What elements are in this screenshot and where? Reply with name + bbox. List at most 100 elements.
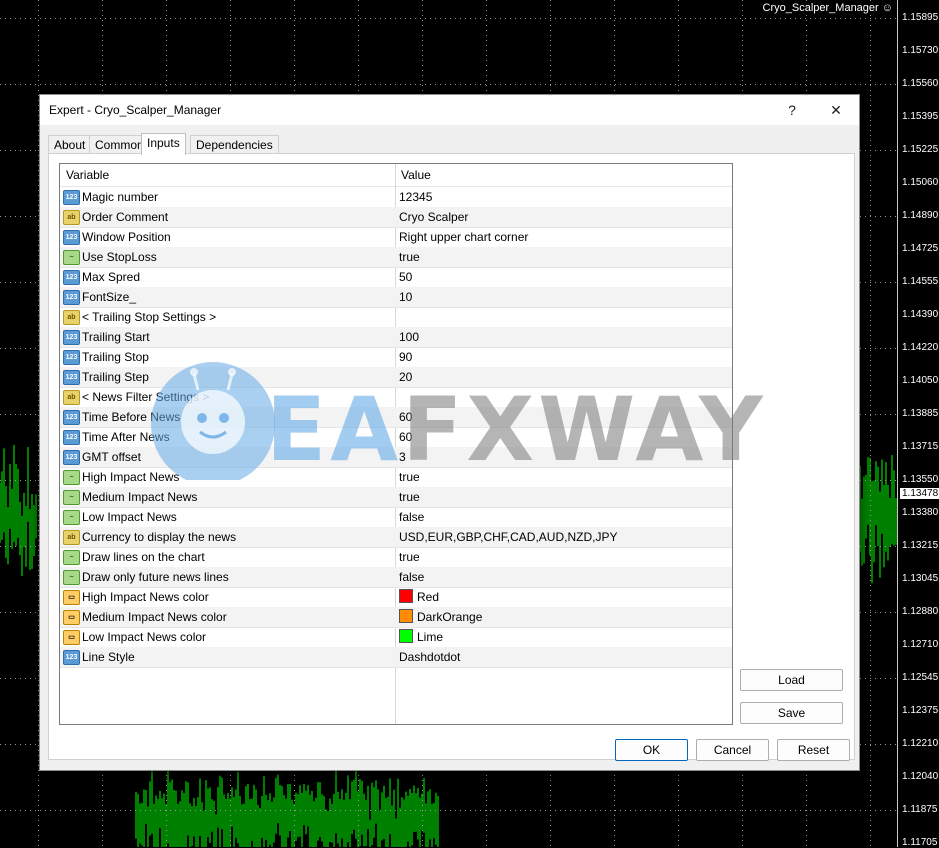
expert-dialog: Expert - Cryo_Scalper_Manager ? ✕ About … <box>39 94 860 771</box>
variable-value[interactable]: 100 <box>399 327 419 347</box>
inputs-table[interactable]: Variable Value 123 Magic number 12345 ab Ord… <box>59 163 733 725</box>
variable-name: Medium Impact News color <box>82 610 227 624</box>
variable-value[interactable]: 90 <box>399 347 412 367</box>
variable-name: Order Comment <box>82 210 169 224</box>
table-row[interactable]: 123 Max Spred 50 <box>60 267 732 288</box>
table-row[interactable]: ~ Draw only future news lines false <box>60 567 732 588</box>
table-row[interactable]: 123 Magic number 12345 <box>60 187 732 208</box>
variable-value[interactable]: Red <box>399 587 439 607</box>
variable-value[interactable]: Lime <box>399 627 443 647</box>
grid-line <box>0 18 897 19</box>
price-axis-label: 1.11705 <box>902 837 938 848</box>
dialog-title: Expert - Cryo_Scalper_Manager <box>49 103 222 117</box>
load-button[interactable]: Load <box>740 669 843 691</box>
price-axis-label: 1.12210 <box>902 738 939 749</box>
variable-value[interactable]: USD,EUR,GBP,CHF,CAD,AUD,NZD,JPY <box>399 527 617 547</box>
price-axis-label: 1.15060 <box>902 177 939 188</box>
table-row[interactable]: ~ Use StopLoss true <box>60 247 732 268</box>
price-axis[interactable]: 1.15895 1.15730 1.15560 1.15395 1.15225 1.150… <box>897 0 939 848</box>
variable-value[interactable]: 20 <box>399 367 412 387</box>
number-type-icon: 123 <box>63 370 80 385</box>
table-row[interactable]: ~ Medium Impact News true <box>60 487 732 508</box>
bool-type-icon: ~ <box>63 510 80 525</box>
price-axis-label: 1.14050 <box>902 375 939 386</box>
table-row[interactable]: 123 Time After News 60 <box>60 427 732 448</box>
table-row[interactable]: 123 Time Before News 60 <box>60 407 732 428</box>
variable-value[interactable]: false <box>399 567 424 587</box>
tab-inputs[interactable]: Inputs <box>141 133 186 155</box>
table-row[interactable]: ab < Trailing Stop Settings > <box>60 307 732 328</box>
variable-value[interactable]: true <box>399 467 420 487</box>
variable-value[interactable]: 50 <box>399 267 412 287</box>
table-row[interactable]: ~ High Impact News true <box>60 467 732 488</box>
tab-about[interactable]: About <box>48 135 92 154</box>
variable-value[interactable]: 3 <box>399 447 406 467</box>
price-axis-label: 1.12880 <box>902 606 939 617</box>
table-row[interactable]: ~ Low Impact News false <box>60 507 732 528</box>
table-row[interactable]: ab Currency to display the news USD,EUR,GB… <box>60 527 732 548</box>
reset-button[interactable]: Reset <box>777 739 850 761</box>
price-axis-label: 1.13715 <box>902 441 939 452</box>
value-text: 50 <box>399 270 413 284</box>
value-text: 20 <box>399 370 413 384</box>
variable-name: Max Spred <box>82 270 141 284</box>
number-type-icon: 123 <box>63 450 80 465</box>
price-axis-label: 1.14555 <box>902 276 939 287</box>
number-type-icon: 123 <box>63 430 80 445</box>
value-text: DarkOrange <box>417 610 483 624</box>
help-button[interactable]: ? <box>777 99 807 121</box>
ok-button[interactable]: OK <box>615 739 688 761</box>
price-axis-label: 1.15395 <box>902 111 939 122</box>
table-row[interactable]: ab < News Filter Settings > <box>60 387 732 408</box>
table-row[interactable]: ▭ High Impact News color Red <box>60 587 732 608</box>
variable-value[interactable]: 10 <box>399 287 412 307</box>
variable-name: Draw lines on the chart <box>82 550 205 564</box>
price-axis-label: 1.13215 <box>902 540 939 551</box>
number-type-icon: 123 <box>63 290 80 305</box>
price-axis-label: 1.14725 <box>902 243 939 254</box>
number-type-icon: 123 <box>63 350 80 365</box>
variable-value[interactable]: false <box>399 507 424 527</box>
save-button[interactable]: Save <box>740 702 843 724</box>
table-row[interactable]: 123 Trailing Start 100 <box>60 327 732 348</box>
variable-name: Line Style <box>82 650 135 664</box>
variable-value[interactable]: Cryo Scalper <box>399 207 468 227</box>
table-row[interactable]: 123 GMT offset 3 <box>60 447 732 468</box>
table-row[interactable]: ▭ Low Impact News color Lime <box>60 627 732 648</box>
bool-type-icon: ~ <box>63 570 80 585</box>
price-axis-label: 1.12710 <box>902 639 939 650</box>
table-row[interactable]: 123 Line Style Dashdotdot <box>60 647 732 668</box>
variable-value[interactable]: 60 <box>399 407 412 427</box>
variable-value[interactable]: 60 <box>399 427 412 447</box>
variable-name: Window Position <box>82 230 171 244</box>
variable-value[interactable]: Dashdotdot <box>399 647 460 667</box>
variable-name: High Impact News color <box>82 590 209 604</box>
variable-name: Low Impact News <box>82 510 177 524</box>
smiley-icon: ☺ <box>881 2 893 14</box>
table-row[interactable]: 123 Trailing Step 20 <box>60 367 732 388</box>
variable-value[interactable]: true <box>399 487 420 507</box>
variable-value[interactable]: 12345 <box>399 187 432 207</box>
price-axis-label: 1.13045 <box>902 573 939 584</box>
table-row[interactable]: ~ Draw lines on the chart true <box>60 547 732 568</box>
variable-value[interactable]: DarkOrange <box>399 607 482 627</box>
table-row[interactable]: 123 Trailing Stop 90 <box>60 347 732 368</box>
cancel-button[interactable]: Cancel <box>696 739 769 761</box>
variable-value[interactable]: true <box>399 247 420 267</box>
price-axis-label: 1.13885 <box>902 408 939 419</box>
table-row[interactable]: 123 FontSize_ 10 <box>60 287 732 308</box>
table-row[interactable]: ab Order Comment Cryo Scalper <box>60 207 732 228</box>
tab-dependencies[interactable]: Dependencies <box>190 135 279 154</box>
column-header-variable[interactable]: Variable <box>60 164 109 186</box>
variable-name: < News Filter Settings > <box>82 390 210 404</box>
table-row[interactable]: 123 Window Position Right upper chart corn… <box>60 227 732 248</box>
table-row[interactable]: ▭ Medium Impact News color DarkOrange <box>60 607 732 628</box>
column-header-value[interactable]: Value <box>395 164 431 186</box>
variable-value[interactable]: true <box>399 547 420 567</box>
price-axis-label: 1.14220 <box>902 342 939 353</box>
variable-value[interactable]: Right upper chart corner <box>399 227 528 247</box>
grid-line <box>870 0 871 847</box>
dialog-titlebar[interactable]: Expert - Cryo_Scalper_Manager ? ✕ <box>40 95 859 125</box>
close-button[interactable]: ✕ <box>821 99 851 121</box>
ea-label: Cryo_Scalper_Manager ☺ <box>762 2 893 14</box>
